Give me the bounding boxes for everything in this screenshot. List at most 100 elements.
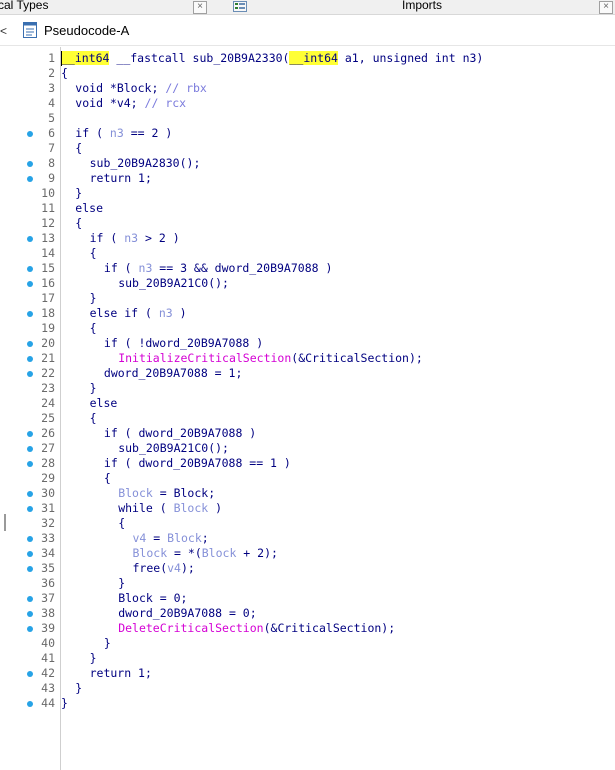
code-line[interactable]: 18 else if ( n3 ) [17, 306, 615, 321]
line-number: 39 [41, 621, 55, 635]
code-line[interactable]: 30 Block = Block; [17, 486, 615, 501]
code-line[interactable]: 36} [17, 576, 615, 591]
code-token: free( [132, 561, 168, 575]
line-number: 13 [41, 231, 55, 245]
code-token: while ( [118, 501, 174, 515]
code-line[interactable]: 37 Block = 0; [17, 591, 615, 606]
code-token: __int64 [61, 51, 110, 65]
line-number: 32 [41, 516, 55, 530]
pseudocode-tab-title[interactable]: Pseudocode-A [44, 23, 129, 38]
code-token: else [89, 396, 118, 410]
code-token: if ( [75, 126, 110, 140]
code-line[interactable]: 26 if ( dword_20B9A7088 ) [17, 426, 615, 441]
code-line[interactable]: 39 DeleteCriticalSection(&CriticalSection… [17, 621, 615, 636]
line-number: 24 [41, 396, 55, 410]
code-text: else [75, 201, 103, 216]
code-text: } [90, 651, 97, 666]
code-line[interactable]: 4 void *v4; // rcx [17, 96, 615, 111]
code-line[interactable]: 29 { [17, 471, 615, 486]
line-number: 26 [41, 426, 55, 440]
close-imports-button[interactable]: × [599, 1, 613, 14]
line-number: 4 [48, 96, 55, 110]
code-token: ; [201, 531, 209, 545]
code-line[interactable]: 20 if ( !dword_20B9A7088 ) [17, 336, 615, 351]
code-text: if ( n3 == 2 ) [75, 126, 172, 141]
code-line[interactable]: 8 sub_20B9A2830(); [17, 156, 615, 171]
close-local-types-button[interactable]: × [193, 1, 207, 14]
code-text: if ( !dword_20B9A7088 ) [104, 336, 263, 351]
code-token: v4 [167, 561, 181, 575]
code-line[interactable]: 15 if ( n3 == 3 && dword_20B9A7088 ) [17, 261, 615, 276]
tab-local-types[interactable]: cal Types [0, 0, 48, 12]
code-token: dword_20B9A7088 = 1; [103, 366, 243, 380]
code-text: } [75, 681, 82, 696]
line-number: 7 [48, 141, 55, 155]
code-token: if ( [89, 231, 125, 245]
line-number: 11 [41, 201, 55, 215]
code-line[interactable]: 35 free(v4); [17, 561, 615, 576]
code-line[interactable]: 21 InitializeCriticalSection(&CriticalSec… [17, 351, 615, 366]
code-line[interactable]: 32 { [17, 516, 615, 531]
code-text: if ( dword_20B9A7088 ) [104, 426, 256, 441]
code-token: // rcx [144, 96, 187, 110]
line-number: 17 [41, 291, 55, 305]
tab-imports[interactable]: Imports [402, 0, 442, 12]
code-line[interactable]: 16 sub_20B9A21C0(); [17, 276, 615, 291]
line-number: 18 [41, 306, 55, 320]
code-text: while ( Block ) [118, 501, 222, 516]
code-line[interactable]: 12 { [17, 216, 615, 231]
code-line[interactable]: 3 void *Block; // rbx [17, 81, 615, 96]
code-line[interactable]: 40} [17, 636, 615, 651]
code-line[interactable]: 33 v4 = Block; [17, 531, 615, 546]
code-token: { [61, 66, 68, 80]
code-line[interactable]: 31 while ( Block ) [17, 501, 615, 516]
code-token: __fastcall sub_20B9A2330( [109, 51, 290, 65]
code-line[interactable]: 42 return 1; [17, 666, 615, 681]
code-line[interactable]: 38 dword_20B9A7088 = 0; [17, 606, 615, 621]
code-line[interactable]: 13 if ( n3 > 2 ) [17, 231, 615, 246]
code-line[interactable]: 41} [17, 651, 615, 666]
code-token: v4 [132, 531, 147, 545]
code-line[interactable]: 24 else [17, 396, 615, 411]
code-token: = *( [167, 546, 202, 560]
code-token: sub_20B9A21C0(); [118, 276, 229, 290]
code-line[interactable]: 17} [17, 291, 615, 306]
code-line[interactable]: 9 return 1; [17, 171, 615, 186]
code-token: ); [180, 561, 195, 575]
code-text: void *v4; // rcx [75, 96, 186, 111]
code-line[interactable]: 43} [17, 681, 615, 696]
line-number: 5 [48, 111, 55, 125]
code-text: dword_20B9A7088 = 0; [118, 606, 256, 621]
code-line[interactable]: 19 { [17, 321, 615, 336]
code-line[interactable]: 44} [17, 696, 615, 711]
code-line[interactable]: 28 if ( dword_20B9A7088 == 1 ) [17, 456, 615, 471]
code-line[interactable]: 22 dword_20B9A7088 = 1; [17, 366, 615, 381]
code-text: } [118, 576, 125, 591]
scroll-tabs-left-button[interactable]: < [0, 24, 7, 38]
code-token: Block [173, 501, 209, 515]
line-number: 25 [41, 411, 55, 425]
code-line[interactable]: 7{ [17, 141, 615, 156]
code-line[interactable]: 6 if ( n3 == 2 ) [17, 126, 615, 141]
code-token: = Block; [152, 486, 216, 500]
code-line[interactable]: 23} [17, 381, 615, 396]
code-token: n3 [109, 126, 124, 140]
code-text: { [90, 321, 97, 336]
pseudocode-editor[interactable]: 1 __int64 __fastcall sub_20B9A2330(__int6… [17, 47, 615, 770]
code-line[interactable]: 27 sub_20B9A21C0(); [17, 441, 615, 456]
code-line[interactable]: 2{ [17, 66, 615, 81]
code-line[interactable]: 10} [17, 186, 615, 201]
code-line[interactable]: 14 { [17, 246, 615, 261]
code-text: Block = *(Block + 2); [133, 546, 278, 561]
code-token: (&CriticalSection); [263, 621, 396, 635]
code-line[interactable]: 11 else [17, 201, 615, 216]
code-line[interactable]: 1 __int64 __fastcall sub_20B9A2330(__int6… [17, 51, 615, 66]
code-line[interactable]: 34 Block = *(Block + 2); [17, 546, 615, 561]
line-number: 12 [41, 216, 55, 230]
line-number: 9 [48, 171, 55, 185]
code-line[interactable]: 25 { [17, 411, 615, 426]
line-number: 40 [41, 636, 55, 650]
pseudocode-tab-bar: < Pseudocode-A [0, 17, 615, 46]
code-line[interactable]: 5 [17, 111, 615, 126]
splitter-handle[interactable] [4, 514, 6, 531]
